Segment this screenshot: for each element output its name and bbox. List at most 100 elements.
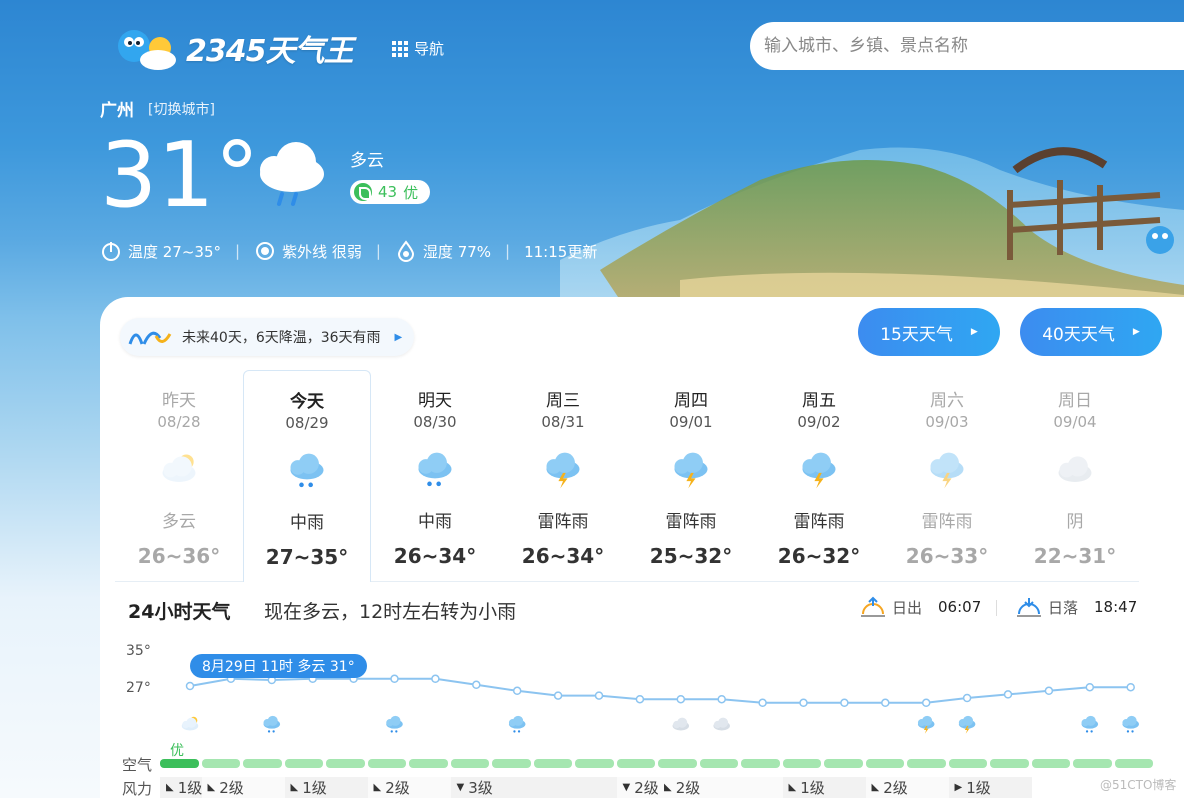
hourly-overcast-icon bbox=[672, 717, 690, 731]
leaf-icon bbox=[354, 183, 372, 201]
hourly-title: 24小时天气 bbox=[128, 601, 231, 623]
temperature-point bbox=[881, 698, 890, 708]
air-quality-segment bbox=[284, 759, 323, 768]
thunderstorm-icon bbox=[917, 715, 935, 734]
trend-icon bbox=[128, 331, 172, 345]
nav-menu[interactable]: 导航 bbox=[392, 38, 444, 59]
temperature-point bbox=[921, 698, 931, 708]
uv-index: 紫外线 很弱 bbox=[282, 242, 362, 261]
thunderstorm-icon bbox=[802, 452, 836, 489]
40-day-forecast-button[interactable]: 40天天气 ▶ bbox=[1020, 308, 1162, 356]
day-card[interactable]: 周日 09/04 阴 22~31° bbox=[1011, 370, 1139, 582]
hourly-rain-icon bbox=[1122, 715, 1139, 733]
air-quality-segment bbox=[990, 759, 1029, 768]
site-logo[interactable]: 2345天气王 bbox=[112, 20, 353, 76]
air-quality-segment bbox=[865, 759, 904, 768]
air-quality-segment bbox=[907, 759, 946, 768]
rain-cloud-icon bbox=[260, 142, 324, 206]
wind-direction-icon: ◣ bbox=[373, 782, 382, 793]
sunrise: 日出 06:07 bbox=[860, 596, 981, 618]
wind-level: 1级 bbox=[800, 779, 825, 797]
update-time: 11:15更新 bbox=[524, 242, 598, 261]
hourly-thunderstorm-icon bbox=[917, 715, 935, 734]
day-card[interactable]: 周六 09/03 雷阵雨 26~33° bbox=[883, 370, 1011, 582]
wind-direction-icon: ◣ bbox=[871, 782, 880, 793]
wind-segment: ◣ 1级 bbox=[782, 777, 866, 798]
air-quality-segment bbox=[409, 759, 448, 768]
day-card[interactable]: 周三 08/31 雷阵雨 26~34° bbox=[499, 370, 627, 582]
hourly-rain-icon bbox=[386, 715, 403, 733]
hourly-overcast-icon bbox=[713, 717, 730, 731]
uv-icon bbox=[256, 242, 275, 260]
air-quality-segment bbox=[492, 759, 531, 768]
wind-direction-icon: ▼ bbox=[622, 782, 631, 793]
wind-level: 3级 bbox=[468, 779, 493, 797]
sunset-icon bbox=[1017, 598, 1041, 617]
temperature-point bbox=[594, 691, 604, 700]
aqi-level: 优 bbox=[403, 183, 419, 202]
aqi-badge[interactable]: 43 优 bbox=[350, 180, 431, 204]
hourly-summary: 现在多云，12时左右转为小雨 bbox=[264, 601, 517, 623]
switch-city-link[interactable]: [切换城市] bbox=[148, 99, 215, 119]
hourly-rain-icon bbox=[508, 715, 526, 733]
wind-segment: ◣ 2级 bbox=[367, 777, 451, 798]
temperature-point bbox=[1126, 682, 1135, 692]
temperature-point bbox=[962, 693, 972, 703]
rain-icon bbox=[1081, 715, 1099, 733]
temperature-point bbox=[1085, 682, 1095, 692]
wind-level: 2级 bbox=[219, 779, 244, 797]
nav-label: 导航 bbox=[414, 40, 445, 58]
temperature-point bbox=[758, 698, 767, 708]
rain-icon bbox=[418, 452, 452, 487]
temperature-point bbox=[799, 698, 808, 708]
temperature-point bbox=[512, 686, 522, 696]
hourly-tooltip: 8月29日 11时 多云 31° bbox=[190, 654, 367, 678]
day-card[interactable]: 周四 09/01 雷阵雨 25~32° bbox=[627, 370, 755, 582]
temperature-point bbox=[676, 694, 686, 704]
air-quality-segment bbox=[1073, 759, 1112, 768]
current-temperature: 31° bbox=[100, 123, 260, 228]
hourly-partly-cloudy-sun-icon bbox=[181, 716, 199, 731]
day-card[interactable]: 昨天 08/28 多云 26~36° bbox=[115, 370, 243, 582]
landscape-illustration bbox=[560, 147, 1184, 300]
air-quality-bar bbox=[160, 759, 1153, 768]
wind-level: 2级 bbox=[675, 779, 701, 797]
temperature-point bbox=[390, 674, 399, 684]
wind-level: 1级 bbox=[177, 779, 203, 797]
temperature-point bbox=[185, 681, 195, 691]
air-quality-segment bbox=[1114, 759, 1153, 768]
air-quality-segment bbox=[201, 759, 240, 768]
partly-cloudy-sun-icon bbox=[162, 454, 196, 482]
forecast-hint[interactable]: 未来40天，6天降温，36天有雨 ▶ bbox=[120, 318, 415, 356]
temperature-point bbox=[840, 698, 849, 708]
wind-segment: ◣ 2级 bbox=[201, 777, 285, 798]
day-card[interactable]: 明天 08/30 中雨 26~34° bbox=[371, 370, 499, 582]
temperature-point bbox=[635, 694, 645, 704]
wind-segment: ◣ 1级 bbox=[160, 777, 202, 798]
sunset: 日落 18:47 bbox=[1016, 596, 1137, 618]
air-quality-segment bbox=[575, 759, 614, 768]
day-card[interactable]: 今天 08/29 中雨 27~35° bbox=[243, 370, 371, 582]
current-stats: 温度 27~35° | 紫外线 很弱 | 湿度 77% | 11:15更新 bbox=[100, 240, 597, 262]
temperature-point bbox=[717, 694, 726, 704]
temperature-point bbox=[431, 674, 440, 684]
current-condition: 多云 bbox=[350, 151, 384, 171]
overcast-icon bbox=[672, 717, 690, 731]
y-axis-top-label: 35° bbox=[126, 643, 151, 659]
air-quality-segment bbox=[243, 759, 282, 768]
grid-menu-icon bbox=[392, 40, 408, 57]
day-card[interactable]: 周五 09/02 雷阵雨 26~32° bbox=[755, 370, 883, 582]
15-day-forecast-button[interactable]: 15天天气 ▶ bbox=[858, 308, 1000, 356]
thunderstorm-icon bbox=[546, 452, 580, 489]
wind-row: ◣ 1级 ◣ 2级 ◣ 1级 ◣ 2级 ▼ 3级 ▼ 2级 ◣ 2级 ◣ 1级 ◣ 2级 ▶ 1级 bbox=[160, 777, 1032, 798]
wind-row-label: 风力 bbox=[122, 780, 153, 798]
wind-segment: ▼ 2级 bbox=[616, 777, 659, 798]
air-quality-segment bbox=[741, 759, 780, 768]
city-name: 广州 bbox=[100, 101, 134, 121]
temperature-point bbox=[553, 691, 563, 700]
search-input[interactable] bbox=[750, 22, 1184, 70]
wind-segment: ◣ 1级 bbox=[284, 777, 368, 798]
temperature-point bbox=[472, 680, 481, 690]
wind-direction-icon: ◣ bbox=[166, 782, 174, 793]
wind-segment: ◣ 2级 bbox=[865, 777, 949, 798]
